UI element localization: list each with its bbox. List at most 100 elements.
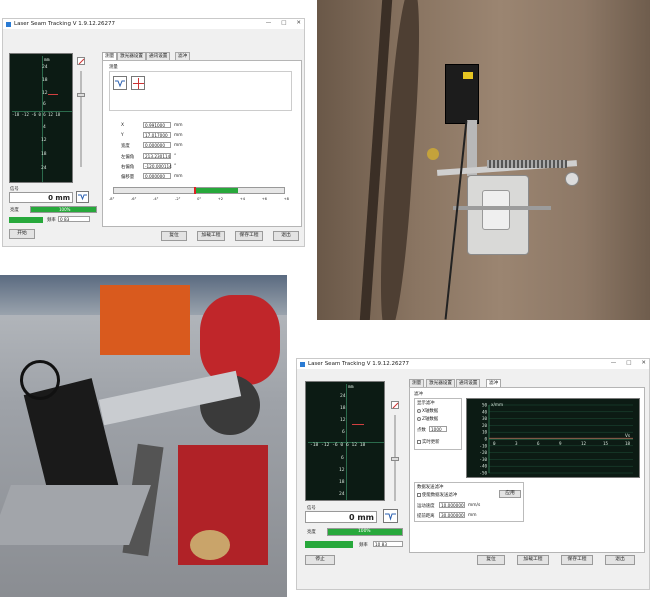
close-icon[interactable]: ✕ <box>296 20 301 26</box>
checkbox-icon <box>417 439 421 444</box>
tab-laser-settings[interactable]: 激光器设置 <box>117 52 146 60</box>
radio-icon <box>417 416 421 421</box>
brightness-label: 亮度 <box>10 208 19 213</box>
offset-label: 偏移量 <box>121 175 135 180</box>
x-label: X <box>121 123 125 128</box>
x-axis-radio[interactable]: X轴数据 <box>417 408 438 414</box>
load-project-button[interactable]: 加载工程 <box>517 555 549 565</box>
tab-measure[interactable]: 测量 <box>409 379 425 387</box>
knob <box>565 172 579 186</box>
chart-y-tick: -50 <box>479 471 487 476</box>
brightness-label: 亮度 <box>307 530 316 535</box>
frequency-field[interactable]: 10 83 <box>373 541 403 547</box>
chart-x-tick: 6 <box>537 441 540 446</box>
window-controls: — □ ✕ <box>266 20 301 26</box>
frequency-label: 频率 <box>359 543 368 548</box>
maximize-icon[interactable]: □ <box>626 360 631 366</box>
close-icon[interactable]: ✕ <box>641 360 646 366</box>
frequency-field[interactable]: 0 83 <box>58 216 90 222</box>
profile-mode-icon[interactable] <box>76 191 89 203</box>
tab-comm-settings[interactable]: 通讯设置 <box>456 379 481 387</box>
left-angle-field: 213.230114 <box>143 153 171 159</box>
x-field: 0.991000 <box>143 122 171 128</box>
z-axis-radio[interactable]: Z轴数据 <box>417 416 438 422</box>
y-field: 17.017000 <box>143 132 171 138</box>
group-title: 测量 <box>109 65 118 70</box>
tracking-window-2: Laser Seam Tracking V 1.9.12.26277 — □ ✕… <box>296 358 650 590</box>
realtime-checkbox[interactable]: 实时更新 <box>417 439 440 445</box>
slider-thumb[interactable] <box>77 93 85 97</box>
tracking-window-1: Laser Seam Tracking V 1.9.12.26277 — □ ✕… <box>2 18 305 247</box>
load-project-button[interactable]: 加载工程 <box>197 231 225 241</box>
profile-trace <box>48 94 58 95</box>
slider-thumb[interactable] <box>391 457 399 461</box>
profile-icon[interactable] <box>113 76 127 90</box>
profile-plot: mm 24 18 12 6 -18 -12 -6 0 6 12 18 4 12 … <box>9 53 73 183</box>
app-icon <box>300 361 305 367</box>
title-bar: Laser Seam Tracking V 1.9.12.26277 — □ ✕ <box>3 19 304 29</box>
orange-machine <box>100 285 190 355</box>
display-filter-group: 显示滤冲 X轴数据 Z轴数据 点数 1000 实时更新 <box>414 398 462 450</box>
maximize-icon[interactable]: □ <box>281 20 286 26</box>
reset-button[interactable]: 复位 <box>477 555 505 565</box>
brightness-bar: 100% <box>30 206 97 213</box>
title-bar: Laser Seam Tracking V 1.9.12.26277 — □ ✕ <box>297 359 649 369</box>
points-field[interactable]: 1000 <box>429 426 447 432</box>
chart-y-tick: -20 <box>479 450 487 455</box>
exit-button[interactable]: 退出 <box>273 231 299 241</box>
spring <box>487 160 567 168</box>
scale-ticks: -8° -6° -4° -2° 0° +2 +4 +6 +8 <box>109 197 289 201</box>
tab-filter[interactable]: 滤冲 <box>175 52 191 60</box>
chart-y-tick: 10 <box>482 430 488 435</box>
y-label: Y <box>121 133 124 138</box>
reset-button[interactable]: 复位 <box>161 231 187 241</box>
distance-field[interactable]: 30.000000 <box>439 512 465 518</box>
right-angle-field: -120.000114 <box>143 163 172 169</box>
chart-y-tick: 30 <box>482 416 488 421</box>
exit-button[interactable]: 退出 <box>605 555 635 565</box>
checkbox-icon <box>417 492 421 497</box>
vertical-slider[interactable] <box>80 71 82 167</box>
cable <box>444 120 468 320</box>
apply-button[interactable]: 应用 <box>499 490 521 498</box>
chart-x-tick: 0 <box>493 441 496 446</box>
profile-plot: mm 24 18 12 6 -18 -12 -6 0 6 12 18 6 12 … <box>305 381 385 501</box>
x-ticks: -18 -12 -6 0 6 12 18 <box>310 443 366 448</box>
filter-chart: 50 40 30 20 10 0 -10 -20 -30 -40 -50 0 3 6 9 12 15 18 x/mm… <box>466 398 640 478</box>
chart-y-tick: 0 <box>484 437 487 442</box>
workpiece <box>0 485 151 545</box>
tab-comm-settings[interactable]: 通讯设置 <box>146 52 171 60</box>
save-project-button[interactable]: 保存工程 <box>561 555 593 565</box>
chart-x-tick: 12 <box>581 441 587 446</box>
left-angle-label: 左偏角 <box>121 155 135 160</box>
axis-unit: mm <box>348 385 354 390</box>
group-title: 滤冲 <box>414 392 423 397</box>
width-field: 0.000000 <box>143 142 171 148</box>
stop-button[interactable]: 停止 <box>305 555 335 565</box>
window-title: Laser Seam Tracking V 1.9.12.26277 <box>308 361 409 367</box>
distance-label: 提前距离 <box>417 514 435 519</box>
slider-icon[interactable] <box>77 57 85 65</box>
profile-mode-icon[interactable] <box>383 509 398 523</box>
measure-panel: 测量 X 0.991000 mm Y 17.017000 mm 宽度 0.000… <box>102 60 302 227</box>
signal-bar <box>305 541 353 548</box>
offset-scale-bar <box>113 187 285 194</box>
tab-laser-settings[interactable]: 激光器设置 <box>426 379 455 387</box>
chart-y-tick: 50 <box>482 403 488 408</box>
minimize-icon[interactable]: — <box>266 20 272 26</box>
speed-field[interactable]: 10.000000 <box>439 502 465 508</box>
slider-icon[interactable] <box>391 401 399 409</box>
x-ticks: -18 -12 -6 0 6 12 18 <box>12 112 61 117</box>
save-project-button[interactable]: 保存工程 <box>235 231 263 241</box>
enable-send-checkbox[interactable]: 使能数据发送滤冲 <box>417 492 457 498</box>
welding-robot-photo <box>0 275 287 597</box>
brightness-bar: 100% <box>327 528 403 536</box>
points-label: 点数 <box>417 428 426 433</box>
chart-x-tick: 15 <box>603 441 609 446</box>
minimize-icon[interactable]: — <box>611 360 617 366</box>
crosshair-icon[interactable] <box>131 76 145 90</box>
window-title: Laser Seam Tracking V 1.9.12.26277 <box>14 21 115 27</box>
start-button[interactable]: 开始 <box>9 229 35 239</box>
window-controls: — □ ✕ <box>611 360 646 366</box>
signal-bar <box>9 217 43 223</box>
